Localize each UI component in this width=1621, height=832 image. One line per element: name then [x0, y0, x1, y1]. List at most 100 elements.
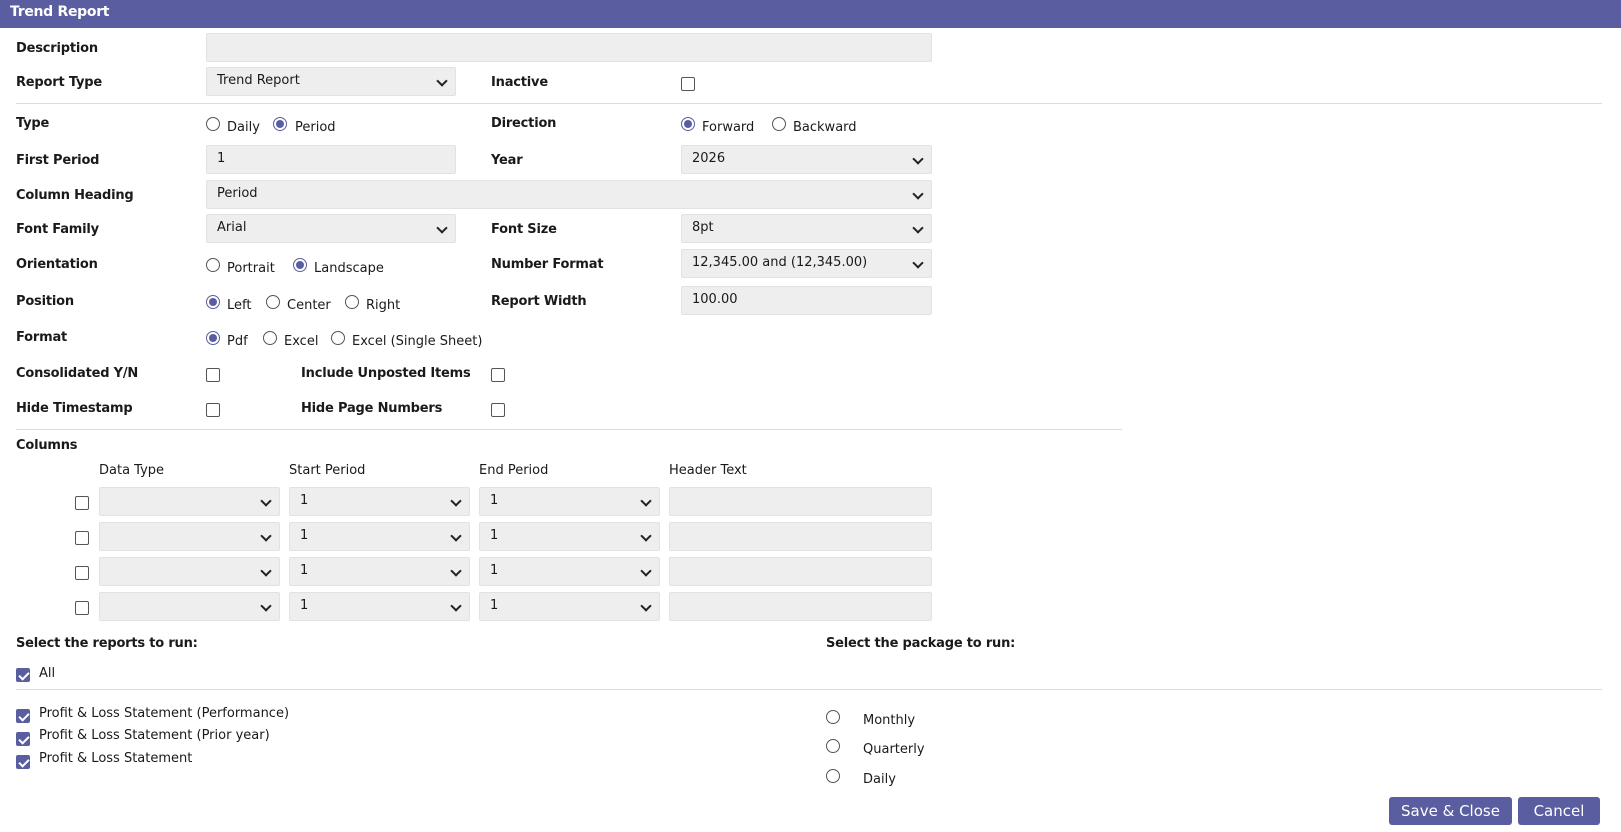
- report-item-label: Profit & Loss Statement (Prior year): [39, 728, 270, 743]
- package-daily-label: Daily: [863, 772, 896, 787]
- column-header-text-input[interactable]: [669, 557, 932, 586]
- divider: [16, 103, 1602, 104]
- orientation-label: Orientation: [16, 257, 98, 272]
- type-daily-radio[interactable]: [206, 117, 220, 131]
- type-period-radio[interactable]: [273, 117, 287, 131]
- font-size-label: Font Size: [491, 222, 557, 237]
- orientation-portrait-radio[interactable]: [206, 258, 220, 272]
- position-center-label: Center: [287, 298, 331, 313]
- column-row-checkbox[interactable]: [75, 601, 89, 615]
- type-daily-label: Daily: [227, 120, 260, 135]
- format-excel-label: Excel: [284, 334, 319, 349]
- column-end-period-select[interactable]: 1: [479, 522, 660, 551]
- reports-section-label: Select the reports to run:: [16, 636, 198, 651]
- col-header-data-type: Data Type: [99, 463, 165, 478]
- col-header-end-period: End Period: [479, 463, 549, 478]
- direction-forward-radio[interactable]: [681, 117, 695, 131]
- hide-page-numbers-checkbox[interactable]: [491, 403, 505, 417]
- position-center-radio[interactable]: [266, 295, 280, 309]
- col-header-start-period: Start Period: [289, 463, 366, 478]
- report-item-checkbox[interactable]: [16, 709, 30, 723]
- column-start-period-select[interactable]: 1: [289, 557, 470, 586]
- description-input[interactable]: [206, 33, 932, 62]
- position-right-label: Right: [366, 298, 401, 313]
- report-width-label: Report Width: [491, 294, 587, 309]
- column-start-period-select[interactable]: 1: [289, 592, 470, 621]
- direction-forward-label: Forward: [702, 120, 755, 135]
- column-start-period-select[interactable]: 1: [289, 487, 470, 516]
- column-end-period-select[interactable]: 1: [479, 592, 660, 621]
- position-label: Position: [16, 294, 74, 309]
- report-type-select[interactable]: Trend Report: [206, 67, 456, 96]
- report-item-label: Profit & Loss Statement (Performance): [39, 706, 290, 721]
- format-excel-single-radio[interactable]: [331, 331, 345, 345]
- orientation-landscape-label: Landscape: [314, 261, 384, 276]
- position-left-label: Left: [227, 298, 252, 313]
- package-section-label: Select the package to run:: [826, 636, 1016, 651]
- direction-label: Direction: [491, 116, 557, 131]
- hide-page-numbers-label: Hide Page Numbers: [301, 401, 443, 416]
- format-pdf-radio[interactable]: [206, 331, 220, 345]
- column-header-text-input[interactable]: [669, 522, 932, 551]
- number-format-select[interactable]: 12,345.00 and (12,345.00): [681, 249, 932, 278]
- orientation-portrait-label: Portrait: [227, 261, 275, 276]
- include-unposted-checkbox[interactable]: [491, 368, 505, 382]
- report-item-checkbox[interactable]: [16, 732, 30, 746]
- reports-all-label: All: [39, 666, 56, 681]
- include-unposted-label: Include Unposted Items: [301, 366, 471, 381]
- col-header-header-text: Header Text: [669, 463, 747, 478]
- column-header-text-input[interactable]: [669, 592, 932, 621]
- inactive-checkbox[interactable]: [681, 77, 695, 91]
- type-period-label: Period: [295, 120, 336, 135]
- hide-timestamp-checkbox[interactable]: [206, 403, 220, 417]
- direction-backward-label: Backward: [793, 120, 857, 135]
- year-label: Year: [491, 153, 523, 168]
- column-row-checkbox[interactable]: [75, 531, 89, 545]
- position-right-radio[interactable]: [345, 295, 359, 309]
- divider: [16, 689, 1602, 690]
- format-excel-single-label: Excel (Single Sheet): [352, 334, 483, 349]
- column-heading-label: Column Heading: [16, 188, 134, 203]
- report-type-label: Report Type: [16, 75, 102, 90]
- description-label: Description: [16, 41, 98, 56]
- hide-timestamp-label: Hide Timestamp: [16, 401, 133, 416]
- orientation-landscape-radio[interactable]: [293, 258, 307, 272]
- column-data-type-select[interactable]: [99, 522, 280, 551]
- font-size-select[interactable]: 8pt: [681, 214, 932, 243]
- cancel-button[interactable]: Cancel: [1518, 797, 1600, 825]
- format-pdf-label: Pdf: [227, 334, 248, 349]
- column-row-checkbox[interactable]: [75, 496, 89, 510]
- column-end-period-select[interactable]: 1: [479, 557, 660, 586]
- year-select[interactable]: 2026: [681, 145, 932, 174]
- type-label: Type: [16, 116, 50, 131]
- column-row-checkbox[interactable]: [75, 566, 89, 580]
- column-data-type-select[interactable]: [99, 592, 280, 621]
- font-family-label: Font Family: [16, 222, 99, 237]
- package-daily-radio[interactable]: [826, 769, 840, 783]
- report-width-input[interactable]: 100.00: [681, 286, 932, 315]
- package-monthly-label: Monthly: [863, 713, 916, 728]
- package-monthly-radio[interactable]: [826, 710, 840, 724]
- first-period-label: First Period: [16, 153, 100, 168]
- column-heading-select[interactable]: Period: [206, 180, 932, 209]
- reports-all-checkbox[interactable]: [16, 668, 30, 682]
- consolidated-checkbox[interactable]: [206, 368, 220, 382]
- number-format-label: Number Format: [491, 257, 604, 272]
- window-title: Trend Report: [0, 0, 1621, 28]
- package-quarterly-radio[interactable]: [826, 739, 840, 753]
- position-left-radio[interactable]: [206, 295, 220, 309]
- column-start-period-select[interactable]: 1: [289, 522, 470, 551]
- divider: [16, 429, 1122, 430]
- columns-label: Columns: [16, 438, 78, 453]
- column-data-type-select[interactable]: [99, 487, 280, 516]
- column-end-period-select[interactable]: 1: [479, 487, 660, 516]
- report-item-checkbox[interactable]: [16, 755, 30, 769]
- save-close-button[interactable]: Save & Close: [1389, 797, 1512, 825]
- column-data-type-select[interactable]: [99, 557, 280, 586]
- direction-backward-radio[interactable]: [772, 117, 786, 131]
- column-header-text-input[interactable]: [669, 487, 932, 516]
- first-period-input[interactable]: 1: [206, 145, 456, 174]
- consolidated-label: Consolidated Y/N: [16, 366, 139, 381]
- format-excel-radio[interactable]: [263, 331, 277, 345]
- font-family-select[interactable]: Arial: [206, 214, 456, 243]
